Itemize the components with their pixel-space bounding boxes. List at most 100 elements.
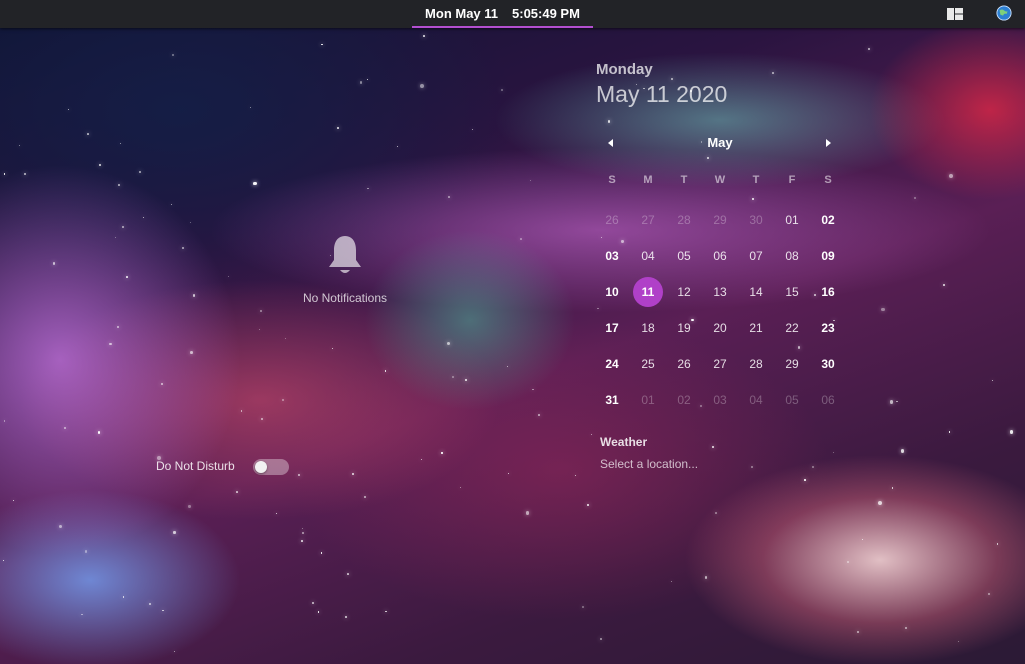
calendar-day-number: 01 [785,213,799,227]
star [987,592,990,596]
weather-location-selector[interactable]: Select a location... [600,457,698,471]
calendar-day[interactable]: 02 [666,382,702,418]
calendar-day[interactable]: 26 [594,202,630,238]
calendar-day[interactable]: 29 [774,346,810,382]
calendar-day[interactable]: 05 [774,382,810,418]
bell-icon [329,236,361,273]
star [252,183,255,186]
star [3,420,6,423]
calendar-day[interactable]: 22 [774,310,810,346]
calendar-day-number: 28 [677,213,691,227]
calendar-day[interactable]: 24 [594,346,630,382]
calendar-day[interactable]: 18 [630,310,666,346]
calendar-day[interactable]: 25 [630,346,666,382]
calendar-day[interactable]: 13 [702,274,738,310]
full-date-label: May 11 2020 [596,81,728,107]
star [311,601,314,604]
calendar-day[interactable]: 12 [666,274,702,310]
star [711,446,714,449]
star [258,328,260,330]
calendar-day[interactable]: 01 [630,382,666,418]
star [507,472,510,475]
calendar-day[interactable]: 01 [774,202,810,238]
calendar-day[interactable]: 27 [630,202,666,238]
star [122,225,125,228]
calendar-day-number: 29 [785,357,799,371]
star [97,431,101,434]
calendar-day[interactable]: 03 [594,238,630,274]
calendar-day-number: 10 [605,285,619,299]
calendar-day[interactable]: 16 [810,274,846,310]
calendar-day[interactable]: 15 [774,274,810,310]
calendar-day-number: 09 [821,249,835,263]
star [607,120,610,123]
star [891,486,894,489]
calendar-day[interactable]: 04 [630,238,666,274]
calendar-day[interactable]: 10 [594,274,630,310]
calendar-day-number: 02 [821,213,835,227]
calendar-day[interactable]: 20 [702,310,738,346]
star [900,449,904,453]
star [600,637,603,640]
do-not-disturb-toggle[interactable] [253,459,289,475]
calendar-day-number: 06 [713,249,727,263]
star [537,414,540,417]
star [459,486,461,488]
calendar-day[interactable]: 19 [666,310,702,346]
star [590,434,592,436]
weekday-header: S [608,174,616,186]
calendar-day[interactable]: 17 [594,310,630,346]
window-layout-icon[interactable] [947,6,963,22]
calendar-day[interactable]: 07 [738,238,774,274]
calendar-day-number: 13 [713,285,727,299]
calendar-day[interactable]: 02 [810,202,846,238]
calendar-day[interactable]: 08 [774,238,810,274]
weekday-header: T [752,174,760,186]
desktop-background: Mon May 11 5:05:49 PM No Notifications D… [0,0,1025,664]
calendar-day[interactable]: 26 [666,346,702,382]
star [384,370,387,372]
star [161,383,164,386]
star [188,505,191,508]
calendar-day[interactable]: 28 [666,202,702,238]
calendar-day-today[interactable]: 11 [630,274,666,310]
calendar-day[interactable]: 06 [702,238,738,274]
star [367,187,369,190]
star [532,388,534,391]
calendar-day[interactable]: 30 [810,346,846,382]
star [23,172,27,176]
calendar-day[interactable]: 27 [702,346,738,382]
globe-icon[interactable] [996,5,1012,21]
star [3,560,5,562]
calendar-day[interactable]: 30 [738,202,774,238]
star [714,512,717,515]
star [914,196,917,199]
calendar-day[interactable]: 03 [702,382,738,418]
star [704,576,708,579]
star [173,531,176,534]
star [857,630,859,633]
star [706,156,710,160]
clock-button[interactable]: Mon May 11 5:05:49 PM [412,0,593,28]
star [862,539,864,541]
calendar-day[interactable]: 14 [738,274,774,310]
calendar-day[interactable]: 28 [738,346,774,382]
star [12,500,15,502]
calendar-day[interactable]: 21 [738,310,774,346]
star [58,525,62,529]
weekday-header: W [714,174,726,186]
calendar-day[interactable]: 04 [738,382,774,418]
star [465,378,468,381]
calendar-day[interactable]: 09 [810,238,846,274]
next-month-icon[interactable] [822,137,834,149]
calendar-day[interactable]: 31 [594,382,630,418]
calendar-day[interactable]: 29 [702,202,738,238]
star [889,400,894,404]
previous-month-icon[interactable] [605,137,617,149]
star [346,573,349,576]
calendar-day[interactable]: 23 [810,310,846,346]
clock-time: 5:05:49 PM [512,5,580,21]
star [162,609,164,612]
calendar-day[interactable]: 06 [810,382,846,418]
calendar-day[interactable]: 05 [666,238,702,274]
